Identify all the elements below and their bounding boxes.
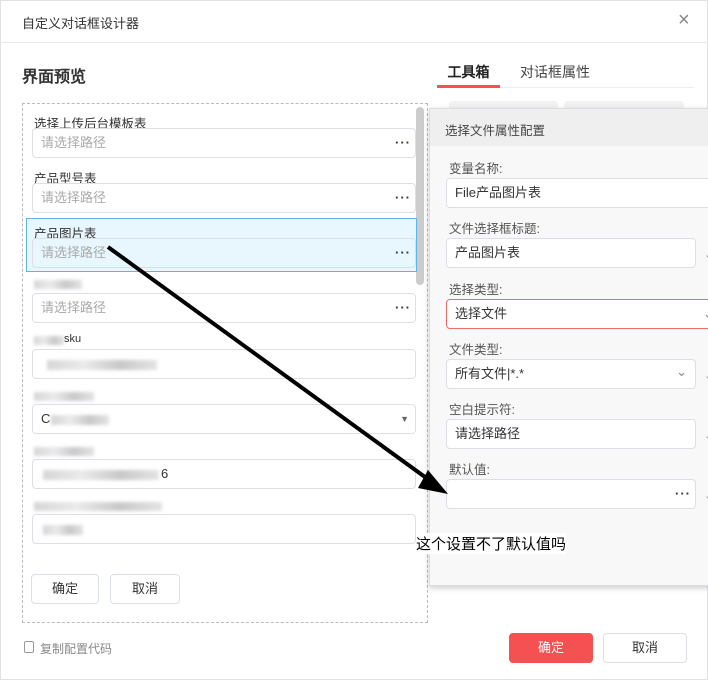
ok-button[interactable]: 确定 [509, 633, 593, 663]
annotation-arrow [106, 245, 448, 494]
copy-icon[interactable] [24, 641, 34, 653]
annotation-text: 这个设置不了默认值吗 [416, 533, 567, 554]
copy-config-code-link[interactable]: 复制配置代码 [40, 640, 112, 657]
cancel-button[interactable]: 取消 [603, 633, 687, 663]
